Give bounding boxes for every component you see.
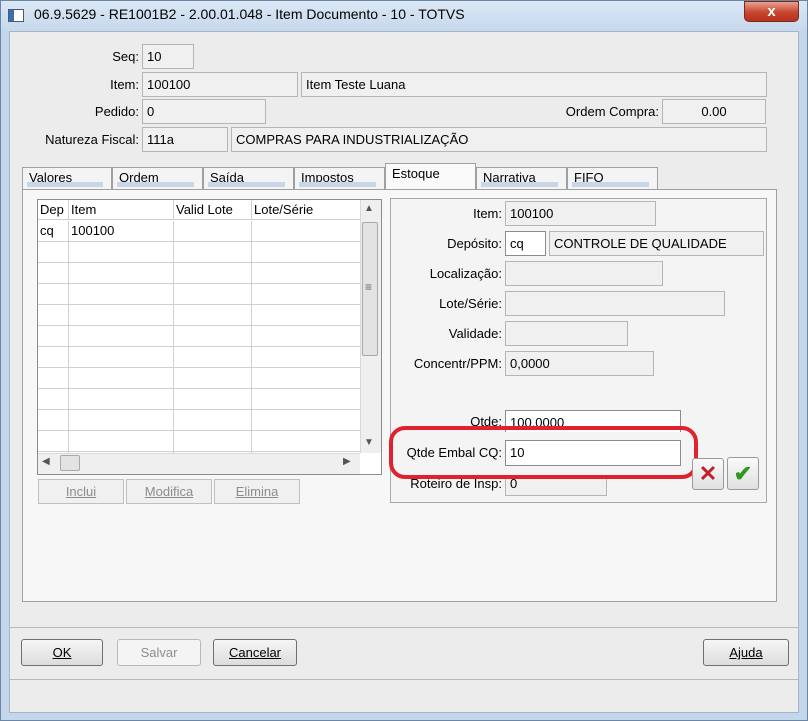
localizacao-field[interactable] — [505, 261, 663, 286]
tab-narrativa[interactable]: Narrativa — [476, 167, 567, 189]
tab-estoque[interactable]: Estoque — [385, 163, 476, 189]
concentr-ppm-label: Concentr/PPM: — [413, 356, 502, 371]
close-button[interactable]: x — [744, 1, 799, 22]
highlight-ring — [389, 426, 698, 479]
tab-impostos[interactable]: Impostos — [294, 167, 385, 189]
col-dep[interactable]: Dep — [38, 200, 69, 220]
item-description-field[interactable]: Item Teste Luana — [301, 72, 767, 97]
row-lote-cell — [252, 221, 360, 242]
elimina-button[interactable]: Elimina — [214, 479, 300, 504]
thumb-grip-icon: ≡ — [365, 280, 373, 294]
salvar-button[interactable]: Salvar — [117, 639, 201, 666]
statusbar-divider — [10, 679, 798, 680]
tab-saida[interactable]: Saída — [203, 167, 294, 189]
modifica-button[interactable]: Modifica — [126, 479, 212, 504]
col-item[interactable]: Item — [69, 200, 174, 220]
row-item-cell: 100100 — [69, 221, 174, 242]
row-dep-cell: cq — [38, 221, 69, 242]
deposito-description-field[interactable]: CONTROLE DE QUALIDADE — [549, 231, 764, 256]
scroll-right-icon[interactable]: ▶ — [343, 456, 351, 467]
cancelar-button[interactable]: Cancelar — [213, 639, 297, 666]
localizacao-label: Localização: — [429, 266, 502, 281]
natureza-code-field[interactable]: 111a — [142, 127, 228, 152]
col-lote-serie[interactable]: Lote/Série — [252, 200, 360, 220]
estoque-item-label: Item: — [473, 206, 502, 221]
horizontal-scroll-thumb[interactable] — [60, 455, 80, 471]
lote-serie-label: Lote/Série: — [439, 296, 502, 311]
grid-horizontal-scrollbar[interactable] — [38, 453, 360, 474]
natureza-fiscal-label: Natureza Fiscal: — [45, 132, 139, 147]
row-valid-lote-cell — [174, 221, 252, 242]
empty-grid-rows — [38, 242, 360, 453]
ajuda-button[interactable]: Ajuda — [703, 639, 789, 666]
deposito-code-field[interactable]: cq — [505, 231, 546, 256]
estoque-item-field[interactable]: 100100 — [505, 201, 656, 226]
seq-label: Seq: — [112, 49, 139, 64]
window-title: 06.9.5629 - RE1001B2 - 2.00.01.048 - Ite… — [34, 6, 465, 22]
natureza-description-field[interactable]: COMPRAS PARA INDUSTRIALIZAÇÃO — [231, 127, 767, 152]
concentr-ppm-field[interactable]: 0,0000 — [505, 351, 654, 376]
tab-valores[interactable]: Valores — [22, 167, 112, 189]
tab-fifo[interactable]: FIFO — [567, 167, 658, 189]
ordem-compra-label: Ordem Compra: — [565, 104, 659, 119]
pedido-field[interactable]: 0 — [142, 99, 266, 124]
deposito-label: Depósito: — [447, 236, 502, 251]
cancel-entry-button[interactable]: ✕ — [692, 458, 724, 490]
validade-label: Validade: — [448, 326, 502, 341]
item-label: Item: — [110, 77, 139, 92]
confirm-check-icon: ✔ — [733, 461, 753, 486]
inclui-button[interactable]: Inclui — [38, 479, 124, 504]
col-valid-lote[interactable]: Valid Lote — [174, 200, 252, 220]
cancel-x-icon: ✕ — [698, 461, 718, 486]
scroll-up-icon[interactable]: ▲ — [364, 203, 374, 214]
seq-field[interactable]: 10 — [142, 44, 194, 69]
table-row[interactable]: cq 100100 — [38, 221, 360, 242]
confirm-entry-button[interactable]: ✔ — [727, 457, 759, 490]
window-icon — [8, 9, 24, 22]
grid-body: cq 100100 — [38, 221, 360, 453]
ordem-compra-field[interactable]: 0.00 — [662, 99, 766, 124]
scroll-left-icon[interactable]: ◀ — [42, 456, 50, 467]
lote-serie-field[interactable] — [505, 291, 725, 316]
item-code-field[interactable]: 100100 — [142, 72, 298, 97]
validade-field[interactable] — [505, 321, 628, 346]
pedido-label: Pedido: — [94, 104, 139, 119]
grid-header-row: Dep Item Valid Lote Lote/Série — [38, 200, 360, 220]
footer-divider — [10, 627, 798, 628]
tab-ordem[interactable]: Ordem — [112, 167, 203, 189]
scroll-down-icon[interactable]: ▼ — [364, 437, 374, 448]
ok-button[interactable]: OK — [21, 639, 103, 666]
